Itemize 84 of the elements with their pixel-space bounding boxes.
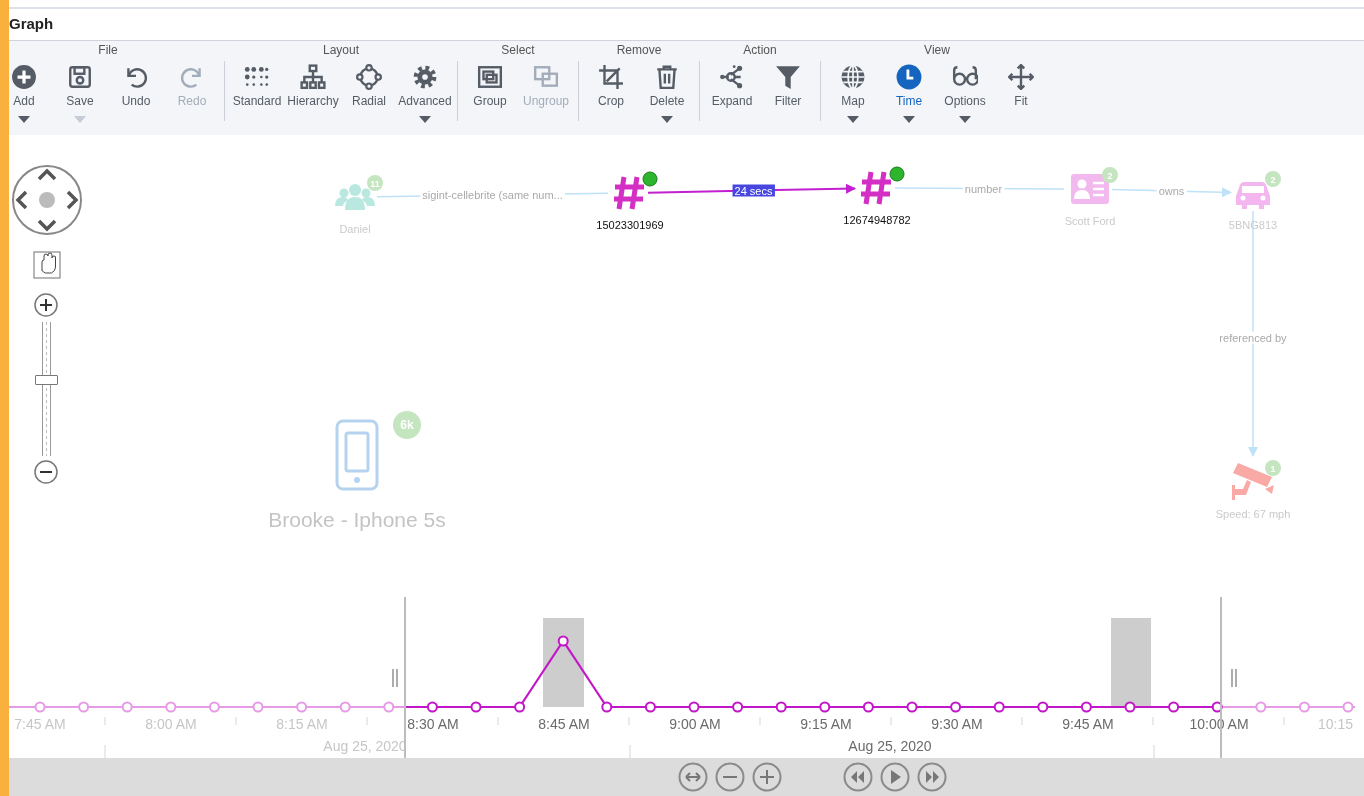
badge-count: 1 [1270, 463, 1276, 474]
nested-squares-icon [477, 64, 503, 90]
toolbar-group-label: Layout [323, 42, 359, 58]
edge-label: referenced by [1219, 331, 1287, 344]
toolbar-button[interactable]: Crop [583, 58, 639, 123]
pan-control[interactable] [12, 165, 82, 235]
toolbar-button[interactable]: Options [937, 58, 993, 123]
time-tick-label: 9:45 AM [1062, 716, 1114, 732]
rewind-button[interactable] [843, 762, 873, 792]
edge-label: 24 secs [734, 184, 773, 197]
count-badge [1265, 171, 1281, 187]
trash-icon [654, 64, 680, 90]
fit-width-button[interactable] [678, 762, 708, 792]
time-tick-label: 8:15 AM [276, 716, 328, 732]
overlapping-squares-icon [533, 64, 559, 90]
toolbar-group-label: Select [501, 42, 535, 58]
range-handle-icon[interactable] [392, 668, 398, 688]
caret-icon[interactable] [959, 116, 971, 123]
security-camera-icon[interactable] [1232, 463, 1274, 500]
caret-icon[interactable] [661, 116, 673, 123]
caret-icon[interactable] [419, 116, 431, 123]
toolbar-button[interactable]: Group [462, 58, 518, 123]
toolbar-button[interactable]: Undo [108, 58, 164, 123]
toolbar-button[interactable]: Radial [341, 58, 397, 123]
time-tick-label: 8:00 AM [145, 716, 197, 732]
count-badge [1102, 167, 1118, 183]
caret-icon[interactable] [18, 116, 30, 123]
badge-count: 2 [1270, 174, 1276, 185]
edge-label: sigint-cellebrite (same num... [422, 189, 563, 201]
badge-count: 6k [400, 418, 414, 432]
count-badge [393, 411, 421, 439]
date-label: Aug 25, 2020 [848, 738, 932, 754]
toolbar-button[interactable]: Filter [760, 58, 816, 123]
toolbar-button[interactable]: Save [52, 58, 108, 123]
toolbar-button[interactable]: Hierarchy [285, 58, 341, 123]
panel-title: Graph [9, 14, 54, 35]
time-tick-label: 9:30 AM [931, 716, 983, 732]
crop-icon [598, 64, 624, 90]
network-icon [719, 64, 745, 90]
time-tick-label: 10:15 [1317, 716, 1353, 732]
toolbar-button[interactable]: Delete [639, 58, 695, 123]
toolbar-button[interactable]: Fit [993, 58, 1049, 123]
toolbar-group-label: File [98, 42, 118, 58]
edge-label: number [964, 182, 1003, 195]
badge-count: 2 [1107, 170, 1113, 181]
move-arrows-icon [1008, 64, 1034, 90]
node-label: 12674948782 [843, 214, 911, 226]
zoom-out-button[interactable] [34, 460, 58, 484]
circle-nodes-icon [356, 64, 382, 90]
node-label: Brooke - Iphone 5s [268, 508, 446, 531]
time-tick-label: 9:15 AM [800, 716, 852, 732]
toolbar-button[interactable]: Advanced [397, 58, 453, 123]
funnel-icon [775, 64, 801, 90]
toolbar-group-label: Action [743, 42, 777, 58]
toolbar-button[interactable]: Expand [704, 58, 760, 123]
hash-icon[interactable] [611, 174, 647, 212]
play-button[interactable] [880, 762, 910, 792]
time-tick-label: 9:00 AM [669, 716, 721, 732]
time-tick-label: 8:30 AM [407, 716, 459, 732]
fast-forward-button[interactable] [917, 762, 947, 792]
count-badge [1265, 460, 1281, 476]
node-label: 15023301969 [596, 219, 664, 231]
badge-count: 11 [370, 178, 380, 189]
gear-icon [412, 64, 438, 90]
toolbar-group-label: Remove [616, 42, 662, 58]
globe-icon [840, 64, 866, 90]
toolbar-group-label: View [924, 42, 950, 58]
zoom-slider-thumb[interactable] [35, 375, 58, 386]
time-tick-label: 10:00 AM [1189, 716, 1249, 732]
range-handle-icon[interactable] [1231, 668, 1237, 688]
caret-icon[interactable] [903, 116, 915, 123]
hierarchy-icon [300, 64, 326, 90]
time-tick-label: 8:45 AM [538, 716, 590, 732]
zoom-in-button[interactable] [34, 293, 58, 317]
toolbar-button[interactable]: Map [825, 58, 881, 123]
caret-icon[interactable] [847, 116, 859, 123]
toolbar-button[interactable]: Standard [229, 58, 285, 123]
hand-tool-button[interactable] [33, 251, 61, 279]
toolbar-button[interactable]: Add [9, 58, 52, 123]
toolbar-button[interactable]: Time [881, 58, 937, 123]
time-tick-label: 7:45 AM [14, 716, 66, 732]
edge-label: owns [1158, 185, 1185, 197]
clock-icon [896, 64, 922, 90]
hash-icon[interactable] [858, 169, 894, 207]
